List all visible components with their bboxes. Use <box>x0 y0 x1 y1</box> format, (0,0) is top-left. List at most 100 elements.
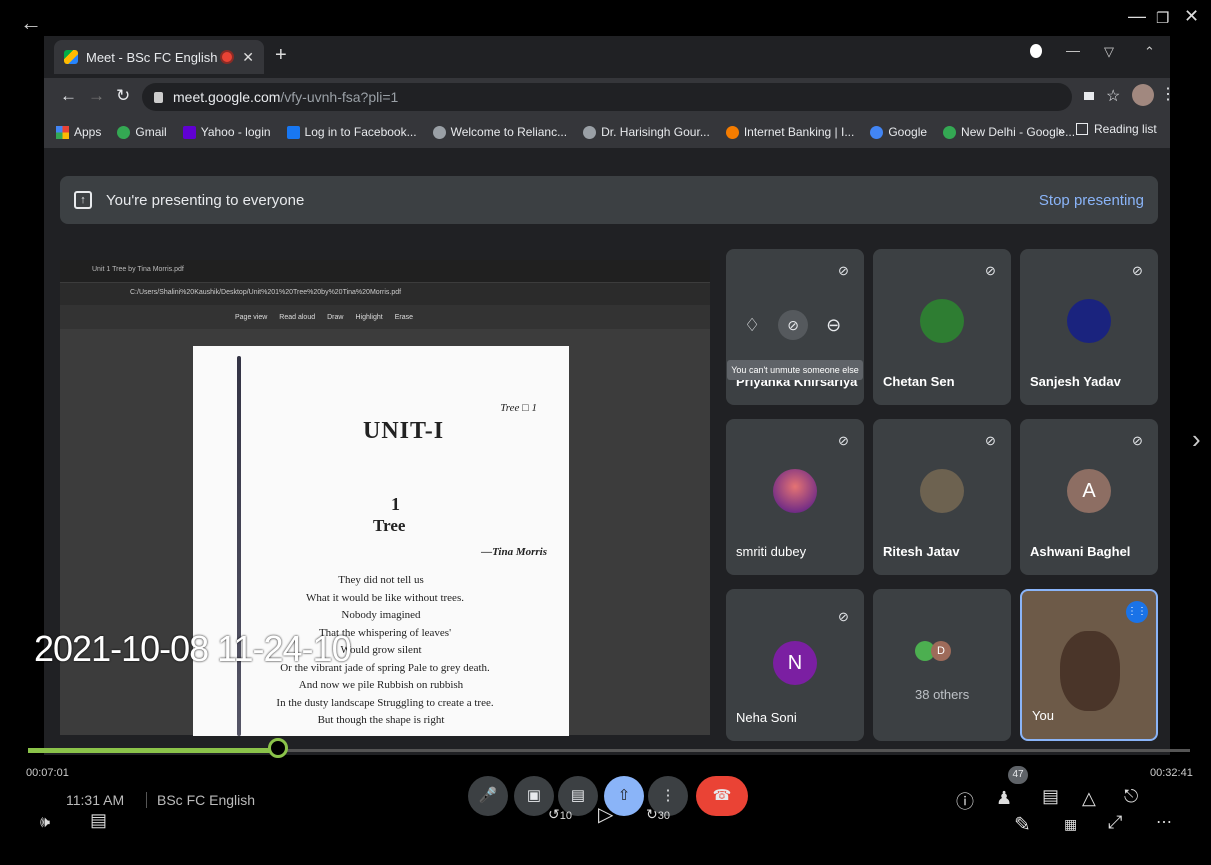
mic-button[interactable]: 🎤 <box>468 776 508 816</box>
bookmark-google[interactable]: Google <box>870 125 927 139</box>
browser-minimize-icon[interactable]: — <box>1066 42 1080 58</box>
rewind-seconds: 10 <box>559 810 572 822</box>
activities-icon[interactable]: △ <box>1082 788 1096 809</box>
others-count: 38 others <box>915 687 970 702</box>
microphone-icon: 🎤 <box>478 787 498 804</box>
participant-tile[interactable]: ⊘ Chetan Sen <box>873 249 1011 405</box>
participant-tile[interactable]: ⊘ A Ashwani Baghel <box>1020 419 1158 575</box>
bookmark-banking[interactable]: Internet Banking | I... <box>725 125 854 139</box>
participant-name: Chetan Sen <box>883 374 955 389</box>
minimize-icon[interactable]: — <box>1128 6 1146 27</box>
participant-tile[interactable]: ⊘ Sanjesh Yadav <box>1020 249 1158 405</box>
seek-handle[interactable] <box>267 738 288 758</box>
pdf-toolbar: Page view Read aloud Draw Highlight Eras… <box>60 305 710 329</box>
new-tab-icon[interactable]: + <box>275 44 287 67</box>
pdf-author: —Tina Morris <box>481 546 547 558</box>
camera-indicator-icon[interactable] <box>1084 92 1094 100</box>
play-icon[interactable]: ▷ <box>598 802 613 827</box>
host-controls-icon[interactable]: ⎋ <box>1124 786 1138 807</box>
mini-player-icon[interactable]: ▦ <box>1064 816 1077 833</box>
browser-chevron-up-icon[interactable]: ⌃ <box>1144 44 1155 60</box>
reading-list-icon <box>1076 123 1088 135</box>
more-bookmarks-icon[interactable]: » <box>1058 124 1065 138</box>
more-horiz-icon[interactable]: ⋯ <box>1156 812 1172 832</box>
pdf-draw: Draw <box>327 313 344 321</box>
info-icon[interactable]: ⓘ <box>956 788 974 814</box>
next-chevron-icon[interactable]: › <box>1192 424 1201 455</box>
address-path: /vfy-uvnh-fsa?pli=1 <box>280 89 399 105</box>
chat-icon[interactable]: ▤ <box>1042 786 1059 807</box>
apps-grid-icon <box>56 125 69 139</box>
rewind-button[interactable]: ↺10 <box>548 806 572 823</box>
bookmark-reliance[interactable]: Welcome to Relianc... <box>432 125 567 139</box>
leave-call-button[interactable]: ☎ <box>696 776 748 816</box>
bookmark-maps[interactable]: New Delhi - Google... <box>943 125 1075 139</box>
avatar <box>920 299 964 343</box>
pdf-read-aloud: Read aloud <box>279 313 316 321</box>
yahoo-icon <box>182 125 196 139</box>
address-host: meet.google.com <box>173 89 281 105</box>
browser-restore-icon[interactable]: ▽ <box>1104 44 1114 60</box>
profile-avatar[interactable] <box>1132 84 1154 106</box>
mic-off-icon[interactable]: ⊘ <box>778 310 809 340</box>
pin-icon[interactable]: ♢ <box>744 315 760 336</box>
elapsed-time: 00:07:01 <box>26 767 69 779</box>
speaking-icon: ⋮⋮ <box>1126 601 1148 623</box>
globe-icon <box>432 125 446 139</box>
avatar <box>920 469 964 513</box>
shared-address: C:/Users/Shalini%20Kaushik/Desktop/Unit%… <box>60 283 710 305</box>
volume-icon[interactable]: 🕪 <box>40 814 50 832</box>
participant-tile[interactable]: ⊘ N Neha Soni <box>726 589 864 741</box>
others-tile[interactable]: D 38 others <box>873 589 1011 741</box>
participant-tile[interactable]: ⊘ smriti dubey <box>726 419 864 575</box>
participant-name: You <box>1032 708 1054 723</box>
forward-button[interactable]: ↻30 <box>646 806 670 823</box>
people-icon[interactable]: ♟ <box>996 788 1012 809</box>
edit-pen-icon[interactable]: ✎ <box>1014 812 1031 837</box>
reload-icon[interactable]: ↻ <box>116 86 130 106</box>
menu-kebab-icon[interactable]: ⋮ <box>1160 84 1176 104</box>
bookmark-harisingh[interactable]: Dr. Harisingh Gour... <box>583 125 710 139</box>
globe-icon <box>583 125 597 139</box>
stop-presenting-button[interactable]: Stop presenting <box>1039 192 1144 209</box>
bookmark-gmail[interactable]: Gmail <box>117 125 167 139</box>
meet-favicon-icon <box>64 50 78 64</box>
unmute-tooltip: You can't unmute someone else <box>727 360 863 380</box>
close-icon[interactable]: ✕ <box>1184 6 1199 27</box>
back-arrow-icon[interactable]: ← <box>20 10 42 36</box>
avatar: D <box>931 641 951 661</box>
self-tile[interactable]: ⋮⋮ You <box>1020 589 1158 741</box>
tab-close-icon[interactable]: ✕ <box>242 49 254 66</box>
back-icon[interactable]: ← <box>60 86 77 106</box>
participant-name: Ashwani Baghel <box>1030 544 1131 559</box>
total-time: 00:32:41 <box>1150 767 1193 779</box>
avatar: A <box>1067 469 1111 513</box>
bookmark-facebook[interactable]: Log in to Facebook... <box>286 125 417 139</box>
meet-tab[interactable]: Meet - BSc FC English ✕ <box>54 40 264 74</box>
pdf-poem-title: Tree <box>373 516 406 535</box>
forward-icon[interactable]: → <box>88 86 105 106</box>
bank-icon <box>725 125 739 139</box>
bookmark-yahoo[interactable]: Yahoo - login <box>182 125 271 139</box>
subtitles-icon[interactable]: ▤ <box>90 810 107 831</box>
camera-icon: ▣ <box>526 787 542 804</box>
reading-list-button[interactable]: Reading list <box>1076 122 1157 136</box>
hangup-icon: ☎ <box>712 787 732 804</box>
remove-icon[interactable]: ⊖ <box>826 315 841 336</box>
bookmark-star-icon[interactable]: ☆ <box>1106 86 1120 106</box>
participant-tile[interactable]: ⊘ Ritesh Jatav <box>873 419 1011 575</box>
poem-line: But though the shape is right <box>317 714 445 726</box>
pdf-unit-heading: UNIT-I <box>363 418 445 444</box>
present-icon: ↑ <box>74 191 92 209</box>
address-bar[interactable]: meet.google.com/vfy-uvnh-fsa?pli=1 <box>142 83 1072 111</box>
bookmark-apps[interactable]: Apps <box>56 125 101 139</box>
lock-icon <box>154 91 163 103</box>
shared-tab-title: Unit 1 Tree by Tina Morris.pdf <box>92 266 184 273</box>
avatar: N <box>773 641 817 685</box>
recording-timestamp: 2021-10-08 11-24-10 <box>34 628 352 669</box>
pdf-page-header: Tree □ 1 <box>500 402 537 414</box>
fullscreen-icon[interactable]: ⤢ <box>1108 812 1122 833</box>
gmail-icon <box>117 125 131 139</box>
presenting-text: You're presenting to everyone <box>106 191 305 209</box>
restore-icon[interactable]: ❐ <box>1156 9 1169 27</box>
